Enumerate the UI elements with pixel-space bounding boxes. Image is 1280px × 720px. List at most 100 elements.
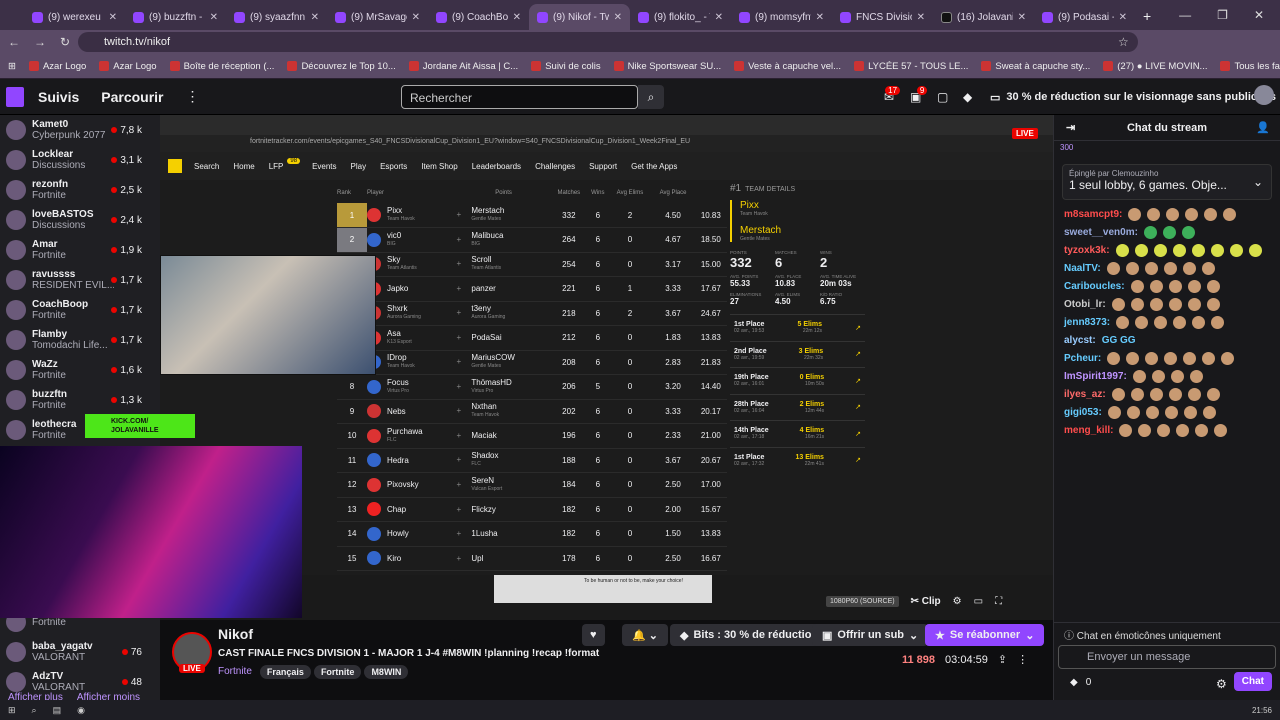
open-match-icon[interactable]: ↗ — [855, 324, 861, 332]
sidebar-channel[interactable]: Kamet0 Cyberpunk 2077 7,8 k — [0, 115, 160, 145]
tracker-nav-item[interactable]: LFP — [269, 162, 284, 171]
table-row[interactable]: 9 Nebs + Nxthan Team Havok 202 6 0 3.33 20.17 — [337, 399, 727, 424]
browser-tab[interactable]: (9) MrSavage ✕ — [327, 4, 428, 30]
bookmark-item[interactable]: Découvrez le Top 10... — [287, 61, 396, 72]
open-match-icon[interactable]: ↗ — [855, 403, 861, 411]
forward-icon[interactable]: → — [34, 35, 46, 49]
tab-close-icon[interactable]: ✕ — [816, 12, 824, 23]
pinned-message[interactable]: Épinglé par Clemouzinho 1 seul lobby, 6 … — [1062, 164, 1272, 200]
inbox-icon[interactable]: ▣ 9 — [910, 86, 928, 104]
tab-close-icon[interactable]: ✕ — [715, 12, 723, 23]
search-button[interactable]: ⌕ — [638, 85, 664, 109]
match-row[interactable]: 1st Place 02 avr., 17:32 13 Elims 22m 41s ↗ — [730, 446, 865, 474]
tracker-nav-item[interactable]: Support — [589, 162, 617, 171]
bookmark-item[interactable]: Azar Logo — [99, 61, 157, 72]
chat-send-button[interactable]: Chat — [1233, 672, 1272, 691]
match-row[interactable]: 2nd Place 02 avr., 19:59 3 Elims 22m 32s ↗ — [730, 340, 865, 368]
table-row[interactable]: 6AsaK13 Esport+ PodaSai212601.8313.83 — [337, 325, 727, 351]
nav-browse[interactable]: Parcourir — [101, 89, 163, 105]
file-explorer-icon[interactable]: ▤ — [53, 705, 62, 716]
tab-close-icon[interactable]: ✕ — [1119, 12, 1127, 23]
tracker-nav-item[interactable]: Item Shop — [421, 162, 457, 171]
sidebar-channel[interactable]: WaZz Fortnite 1,6 k — [0, 355, 160, 385]
chat-users-icon[interactable]: 👤 — [1256, 121, 1270, 134]
reload-icon[interactable]: ↻ — [60, 35, 70, 49]
table-row[interactable]: 4Japko+ panzer221613.3317.67 — [337, 276, 727, 302]
chat-username[interactable]: alycst: — [1064, 335, 1096, 346]
browser-tab[interactable]: (16) Jolavanille ✕ — [933, 4, 1034, 30]
gift-sub-button[interactable]: ▣ Offrir un sub ⌄ — [812, 624, 929, 646]
search-input[interactable]: Rechercher — [401, 85, 638, 109]
tracker-nav-item[interactable]: Get the Apps — [631, 162, 677, 171]
settings-icon[interactable]: ⚙ — [953, 596, 962, 607]
sidebar-channel[interactable]: Amar Fortnite 1,9 k — [0, 235, 160, 265]
user-avatar[interactable] — [1254, 85, 1274, 105]
crown-icon[interactable]: ◆ — [963, 90, 972, 104]
browser-tab[interactable]: (9) Podasai - Tw ✕ — [1034, 4, 1135, 30]
table-row[interactable]: 14 Howly + 1Lusha 182 6 0 1.50 13.83 — [337, 521, 727, 547]
whispers-icon[interactable]: ▢ — [937, 90, 948, 104]
table-row[interactable]: 8 Focus Virtus Pro + ThömasHD Virtus Pro 206 5… — [337, 374, 727, 400]
minimize-icon[interactable]: — — [1179, 8, 1191, 22]
open-match-icon[interactable]: ↗ — [855, 456, 861, 464]
chat-username[interactable]: meng_kill: — [1064, 425, 1113, 436]
tracker-nav-item[interactable]: Home — [233, 162, 254, 171]
table-row[interactable]: 12 Pixovsky + SereN Vulcan Esport 184 6 0 2.50 1… — [337, 472, 727, 498]
tab-close-icon[interactable]: ✕ — [210, 12, 218, 23]
chat-username[interactable]: gigi053: — [1064, 407, 1102, 418]
table-row[interactable]: 13 Chap + Flickzy 182 6 0 2.00 15.67 — [337, 497, 727, 522]
bookmark-star-icon[interactable]: ☆ — [1118, 35, 1129, 49]
tab-close-icon[interactable]: ✕ — [311, 12, 319, 23]
start-icon[interactable]: ⊞ — [8, 705, 16, 716]
table-row[interactable]: 2 vic0 BIG + Malibuca BIG 264 6 0 4.67 18.50 — [337, 227, 727, 253]
sidebar-channel[interactable]: CoachBoop Fortnite 1,7 k — [0, 295, 160, 325]
twitch-logo-icon[interactable] — [6, 86, 24, 107]
table-row[interactable]: 3SkyTeam Atlantis+ ScrollTeam Atlantis25… — [337, 252, 727, 277]
ad-free-promo[interactable]: ▭ 30 % de réduction sur le visionnage san… — [990, 85, 1276, 109]
chat-username[interactable]: ImSpirit1997: — [1064, 371, 1127, 382]
chat-username[interactable]: sweet__ven0m: — [1064, 227, 1138, 238]
resub-button[interactable]: ★ Se réabonner ⌄ — [925, 624, 1045, 646]
browser-tab[interactable]: (9) syaazfnn - ✕ — [226, 4, 327, 30]
table-row[interactable]: 15 Kiro + Upl 178 6 0 2.50 16.67 — [337, 546, 727, 571]
sidebar-channel[interactable]: Flamby Tomodachi Life... 1,7 k — [0, 325, 160, 355]
more-menu-icon[interactable]: ⋮ — [186, 88, 200, 105]
open-match-icon[interactable]: ↗ — [855, 377, 861, 385]
bits-button[interactable]: ◆ Bits : 30 % de réduction — [670, 624, 829, 646]
follow-heart-button[interactable]: ♥ — [582, 624, 605, 646]
tracker-nav-item[interactable]: Challenges — [535, 162, 575, 171]
chat-username[interactable]: Otobi_lr: — [1064, 299, 1106, 310]
tab-close-icon[interactable]: ✕ — [917, 12, 925, 23]
browser-tab[interactable]: (9) flokito_ - Tw ✕ — [630, 4, 731, 30]
chat-settings-icon[interactable]: ⚙ — [1216, 677, 1227, 691]
theatre-icon[interactable]: ▭ — [974, 596, 983, 607]
match-row[interactable]: 1st Place 02 avr., 19:53 5 Elims 22m 12s ↗ — [730, 314, 865, 341]
browser-tab[interactable]: (9) Nikof - Twi ✕ — [529, 4, 630, 30]
tracker-nav-item[interactable]: Play — [351, 162, 367, 171]
browser-tab[interactable]: (9) momsyfnv2 ✕ — [731, 4, 832, 30]
table-row[interactable]: 5ShxrkAurora Gaming+ t3enyAurora Gaming2… — [337, 301, 727, 326]
sidebar-channel[interactable]: buzzftn Fortnite 1,3 k — [0, 385, 160, 415]
address-bar[interactable]: twitch.tv/nikof — [78, 32, 1138, 52]
bookmark-item[interactable]: Azar Logo — [28, 61, 86, 72]
chat-username[interactable]: tyzoxk3k: — [1064, 245, 1110, 256]
tab-close-icon[interactable]: ✕ — [614, 12, 622, 23]
tab-close-icon[interactable]: ✕ — [109, 12, 117, 23]
expand-pinned-icon[interactable]: ⌄ — [1253, 175, 1263, 189]
bookmark-item[interactable]: Tous les favoris — [1220, 61, 1280, 72]
browser-tab[interactable]: (9) werexeu - T ✕ — [24, 4, 125, 30]
open-match-icon[interactable]: ↗ — [855, 350, 861, 358]
sidebar-channel[interactable]: Locklear Discussions 3,1 k — [0, 145, 160, 175]
chat-username[interactable]: Cariboucles: — [1064, 281, 1125, 292]
close-window-icon[interactable]: ✕ — [1254, 8, 1264, 22]
chrome-icon[interactable]: ◉ — [77, 705, 85, 716]
bookmark-item[interactable]: Jordane Ait Aissa | C... — [408, 61, 518, 72]
table-row[interactable]: 11 Hedra + Shadox FLC 188 6 0 3.67 20.67 — [337, 448, 727, 473]
share-icon[interactable]: ⇪ — [998, 653, 1007, 666]
chat-points[interactable]: ◆ 0 — [1070, 677, 1091, 688]
tracker-nav-item[interactable]: Esports — [380, 162, 407, 171]
sidebar-channel[interactable]: ravussss RESIDENT EVIL... 1,7 k — [0, 265, 160, 295]
stream-tag[interactable]: M8WIN — [364, 665, 409, 679]
channel-name[interactable]: Nikof — [218, 626, 253, 642]
tracker-nav-item[interactable]: Search — [194, 162, 219, 171]
